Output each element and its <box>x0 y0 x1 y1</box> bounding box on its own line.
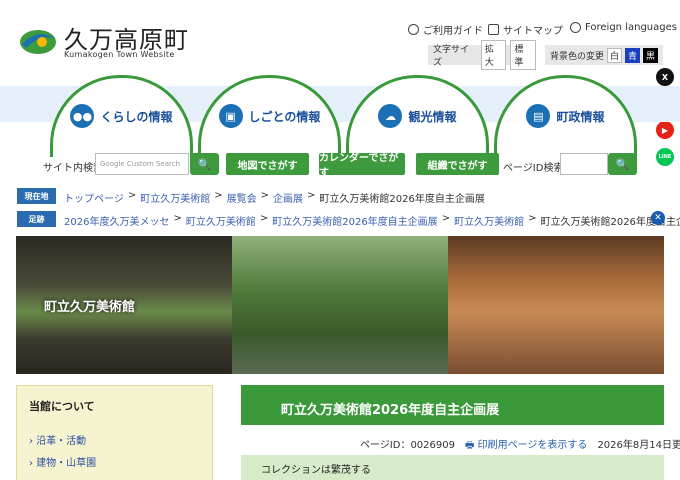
hero-title: 町立久万美術館 <box>44 300 136 315</box>
page-id: ページID：0026909 <box>360 440 455 451</box>
site-search-label: サイト内検索 <box>43 163 103 174</box>
breadcrumb: トップページ > 町立久万美術館 > 展覧会 > 企画展 > 町立久万美術館2026年度… <box>64 190 485 205</box>
building-icon: ▤ <box>526 104 551 128</box>
breadcrumb-link[interactable]: 企画展 <box>273 190 303 205</box>
history-link[interactable]: 町立久万美術館 <box>186 213 256 228</box>
font-size-label: 文字サイズ <box>433 45 470 68</box>
history-link[interactable]: 町立久万美術館2026年度自主企画展 <box>272 213 437 228</box>
section-heading: コレクションは繁茂する <box>241 455 664 480</box>
info-icon <box>408 24 419 35</box>
nav-label: くらしの情報 <box>100 110 173 124</box>
line-icon[interactable]: LINE <box>656 148 674 166</box>
nav-label: 観光情報 <box>408 110 457 124</box>
page-meta: ページID：0026909 🖶 印刷用ページを表示する 2026年8月14日更新 <box>360 436 680 455</box>
sidebar: 当館について › 沿革・活動 › 建物・山草園 <box>16 385 213 480</box>
x-icon[interactable]: X <box>656 68 674 86</box>
briefcase-icon: ▣ <box>218 104 243 128</box>
tourism-icon: ☁ <box>378 104 403 128</box>
history-tag: 足跡 <box>17 211 56 227</box>
bus-info-button[interactable]: バス情報 <box>216 42 295 60</box>
sitemap-link[interactable]: サイトマップ <box>488 22 563 37</box>
nav-label: しごとの情報 <box>248 110 321 124</box>
font-size-standard-button[interactable]: 標準 <box>510 40 536 70</box>
font-size-large-button[interactable]: 拡大 <box>480 40 507 70</box>
sidebar-item-building[interactable]: › 建物・山草園 <box>29 454 96 469</box>
print-link[interactable]: 🖶 印刷用ページを表示する <box>465 436 587 455</box>
page-title: 町立久万美術館2026年度自主企画展 <box>281 403 500 418</box>
breadcrumb-current: 町立久万美術館2026年度自主企画展 <box>319 194 485 205</box>
calendar-search-button[interactable]: カレンダーでさがす <box>319 153 405 179</box>
bg-blue-button[interactable]: 青 <box>625 47 641 63</box>
site-subtitle: Kumakogen Town Website <box>64 50 175 59</box>
globe-icon <box>570 22 581 33</box>
search-icon[interactable]: 🔍 <box>608 153 637 175</box>
youtube-icon[interactable]: ▶ <box>656 121 674 139</box>
disaster-info-button[interactable]: 防災情報 <box>216 22 295 40</box>
search-icon[interactable]: 🔍 <box>190 153 219 175</box>
current-location-tag: 現在地 <box>17 188 56 204</box>
map-search-button[interactable]: 地図でさがす <box>226 153 309 175</box>
bg-black-button[interactable]: 黒 <box>643 47 659 63</box>
org-search-button[interactable]: 組織でさがす <box>416 153 499 175</box>
breadcrumb-link[interactable]: トップページ <box>64 190 124 205</box>
town-logo-icon[interactable] <box>18 20 58 60</box>
bg-color-control: 背景色の変更 白 青 黒 <box>545 45 663 65</box>
foreign-label: Foreign languages <box>585 22 677 33</box>
museum-garden-image <box>232 236 448 374</box>
font-size-control: 文字サイズ 拡大 標準 <box>428 40 536 70</box>
nav-label: 町政情報 <box>556 110 605 124</box>
sidebar-title: 当館について <box>29 400 95 413</box>
sitemap-label: サイトマップ <box>503 26 563 37</box>
sidebar-item-history[interactable]: › 沿革・活動 <box>29 432 86 447</box>
close-icon[interactable]: ✕ <box>651 211 665 225</box>
guide-label: ご利用ガイド <box>423 26 483 37</box>
sitemap-icon <box>488 24 499 35</box>
section-title: コレクションは繁茂する <box>261 465 371 476</box>
guide-link[interactable]: ご利用ガイド <box>408 22 483 37</box>
search-input[interactable]: Google Custom Search <box>95 153 189 175</box>
gas-station-button[interactable]: ガソリンスタンド <box>298 42 377 60</box>
page-id-label: ページID検索 <box>503 163 564 174</box>
history-link[interactable]: 町立久万美術館 <box>454 213 524 228</box>
updated-date: 2026年8月14日更新 <box>597 440 680 451</box>
page-id-input[interactable] <box>560 153 608 175</box>
hero-banner: 町立久万美術館 <box>16 236 664 374</box>
history-link[interactable]: 2026年度久万美メッセ <box>64 213 169 228</box>
foreign-languages-link[interactable]: Foreign languages <box>570 22 677 33</box>
people-icon: ●● <box>70 104 95 128</box>
page-title-bar: 町立久万美術館2026年度自主企画展 <box>241 385 664 425</box>
breadcrumb-link[interactable]: 町立久万美術館 <box>140 190 210 205</box>
breadcrumb-link[interactable]: 展覧会 <box>227 190 257 205</box>
gallery-image <box>448 236 664 374</box>
home-duty-doctor-button[interactable]: 在宅当番医 <box>298 22 377 40</box>
bg-white-button[interactable]: 白 <box>607 47 623 63</box>
history-trail: 2026年度久万美メッセ > 町立久万美術館 > 町立久万美術館2026年度自主企画… <box>64 213 680 228</box>
bg-color-label: 背景色の変更 <box>550 51 605 62</box>
